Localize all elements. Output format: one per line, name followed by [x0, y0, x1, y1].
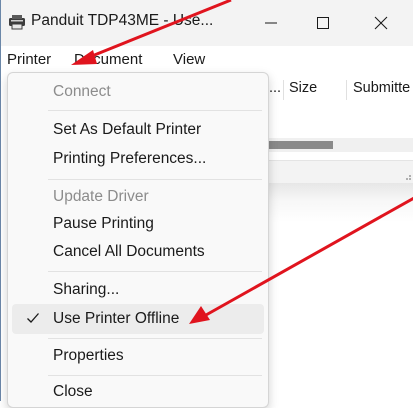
printer-menu-dropdown: Connect Set As Default Printer Printing …: [7, 72, 269, 408]
title-bar[interactable]: Panduit TDP43ME - Use...: [1, 0, 413, 46]
background-area: [263, 183, 413, 401]
menu-separator: [48, 375, 262, 376]
menu-document[interactable]: Document: [74, 51, 142, 68]
menu-separator: [48, 338, 262, 339]
menu-separator: [48, 179, 262, 180]
menu-item-sharing[interactable]: Sharing...: [12, 275, 264, 305]
checkmark-icon: [27, 313, 39, 323]
column-header-truncated[interactable]: ...: [269, 80, 281, 96]
menu-item-set-default-printer[interactable]: Set As Default Printer: [12, 115, 264, 145]
menu-item-connect[interactable]: Connect: [12, 77, 264, 107]
maximize-icon: [317, 17, 329, 29]
menu-printer[interactable]: Printer: [7, 51, 51, 68]
column-header-submitted[interactable]: Submitte: [353, 80, 410, 96]
close-icon: [374, 16, 388, 30]
menu-view[interactable]: View: [173, 51, 205, 68]
column-divider[interactable]: [346, 80, 347, 100]
menu-separator: [48, 110, 262, 111]
column-divider[interactable]: [283, 80, 284, 100]
menu-separator: [48, 271, 262, 272]
printer-icon: [8, 14, 26, 30]
menu-item-properties[interactable]: Properties: [12, 341, 264, 371]
menu-item-update-driver[interactable]: Update Driver: [12, 182, 264, 212]
close-button[interactable]: [356, 0, 406, 46]
print-queue-window: Panduit TDP43ME - Use... Printer Documen…: [0, 0, 413, 408]
menu-item-cancel-all-documents[interactable]: Cancel All Documents: [12, 237, 264, 267]
scrollbar-thumb[interactable]: [263, 141, 333, 149]
horizontal-scrollbar[interactable]: [263, 138, 413, 152]
resize-grip-icon: [406, 175, 411, 180]
column-header-size[interactable]: Size: [289, 80, 317, 96]
menu-item-pause-printing[interactable]: Pause Printing: [12, 209, 264, 239]
window-title: Panduit TDP43ME - Use...: [31, 12, 214, 29]
minimize-button[interactable]: [246, 0, 296, 46]
maximize-button[interactable]: [298, 0, 348, 46]
menu-item-close[interactable]: Close: [12, 377, 264, 407]
minimize-icon: [265, 22, 277, 24]
menu-item-use-printer-offline[interactable]: Use Printer Offline: [12, 304, 264, 334]
status-bar: [263, 160, 413, 183]
menu-item-printing-preferences[interactable]: Printing Preferences...: [12, 144, 264, 174]
